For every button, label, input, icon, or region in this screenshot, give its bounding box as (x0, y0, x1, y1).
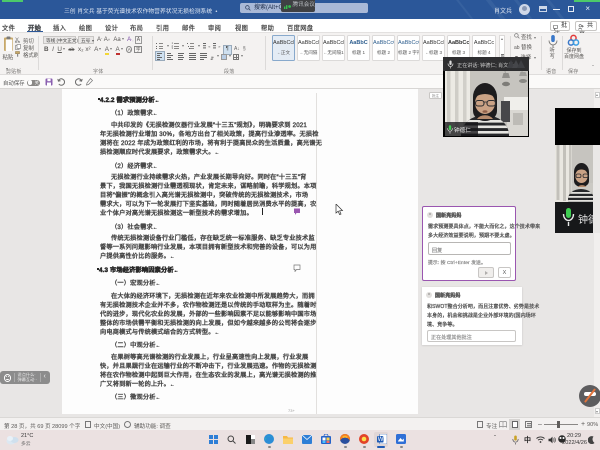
svg-text:W: W (378, 437, 384, 443)
